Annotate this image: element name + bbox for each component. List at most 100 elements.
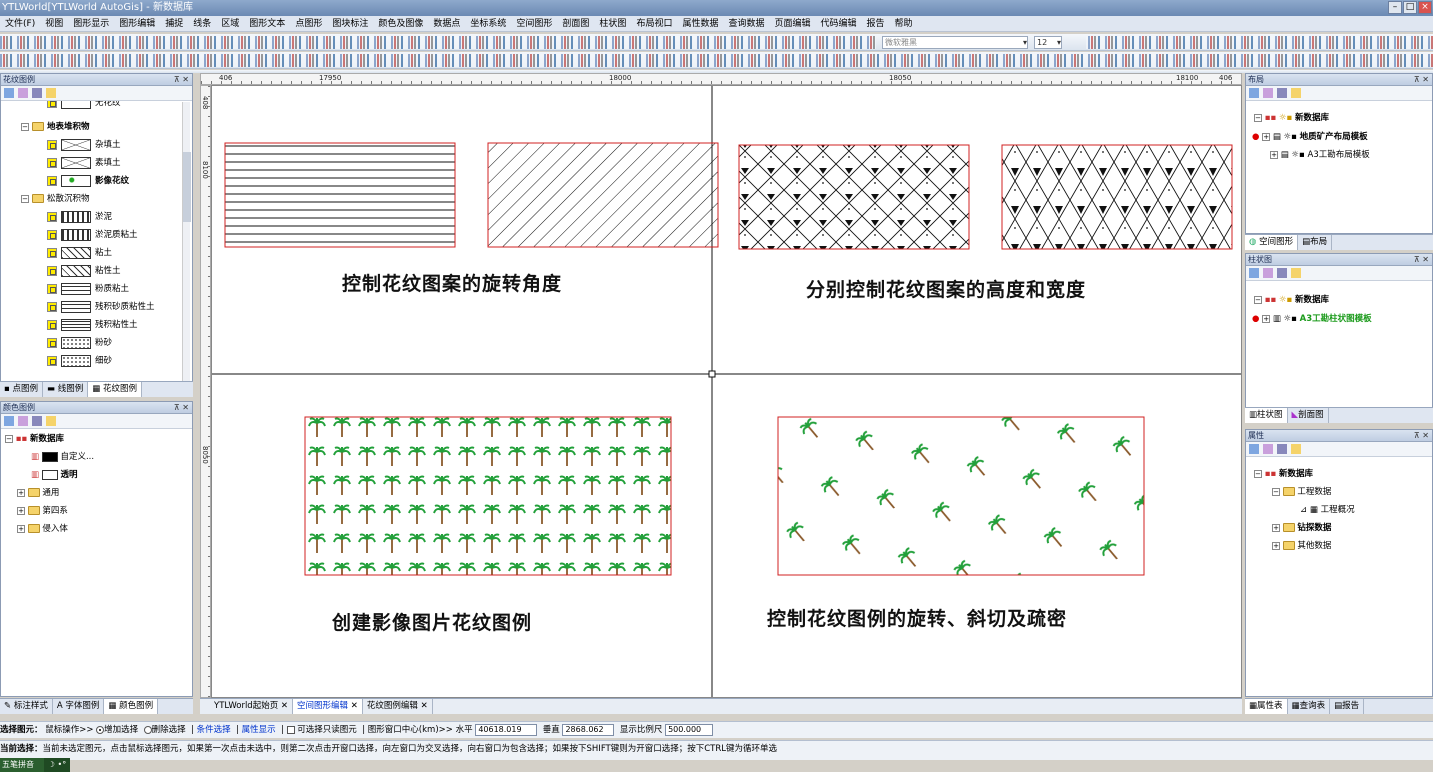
menu-item[interactable]: 捕捉 (160, 16, 188, 32)
menu-item[interactable]: 页面编辑 (769, 16, 815, 32)
minimize-button[interactable]: – (1388, 1, 1402, 14)
rotated-image-pattern-sample[interactable] (777, 416, 1145, 576)
attribute-show-link[interactable]: 属性显示 (242, 725, 276, 735)
menu-item[interactable]: 坐标系统 (465, 16, 511, 32)
menu-item[interactable]: 查询数据 (723, 16, 769, 32)
tab-color-legend[interactable]: ▦ 颜色图例 (104, 699, 159, 714)
menu-item[interactable]: 图块标注 (327, 16, 373, 32)
pattern-item[interactable]: 残积砂质粘性土 (47, 299, 155, 315)
tree-folder[interactable]: + 侵入体 (17, 521, 68, 537)
tree-root[interactable]: − ▪▪ ☼▪ 新数据库 (1254, 110, 1329, 126)
tab-query-table[interactable]: ▦查询表 (1288, 699, 1331, 714)
tab-column[interactable]: ▥柱状图 (1245, 408, 1288, 423)
menu-item[interactable]: 图形编辑 (114, 16, 160, 32)
pattern-item[interactable]: 粘土 (47, 245, 112, 261)
layout-template-item[interactable]: ● + ▤ ☼▪ 地质矿产布局模板 (1252, 129, 1368, 145)
tree-folder[interactable]: + 第四系 (17, 503, 68, 519)
folder-icon[interactable] (46, 416, 56, 426)
menu-item[interactable]: 文件(F) (0, 16, 40, 32)
doc-tab[interactable]: 花纹图例编辑 ✕ (363, 699, 433, 714)
menu-item[interactable]: 区域 (216, 16, 244, 32)
tool-icon[interactable] (32, 88, 42, 98)
add-select-radio[interactable] (96, 725, 105, 734)
menu-item[interactable]: 线条 (188, 16, 216, 32)
tool-icon[interactable] (1249, 268, 1259, 278)
menu-item[interactable]: 代码编辑 (816, 16, 862, 32)
menu-item[interactable]: 视图 (40, 16, 68, 32)
ime-mode-icon[interactable]: ☽ •° (44, 758, 70, 772)
tree-folder[interactable]: + 钻探数据 (1272, 520, 1331, 536)
folder-icon[interactable] (46, 88, 56, 98)
close-tab-icon[interactable]: ✕ (348, 701, 358, 711)
color-item[interactable]: ▥ 透明 (31, 467, 77, 483)
collapse-toggle[interactable]: − (21, 194, 29, 203)
scrollbar[interactable] (182, 102, 191, 382)
folder-icon[interactable] (1291, 268, 1301, 278)
menu-item[interactable]: 图形显示 (68, 16, 114, 32)
column-template-item[interactable]: ● + ▥ ☼▪ A3工勘柱状图模板 (1252, 311, 1372, 327)
pattern-item[interactable]: 残积粘性土 (47, 317, 138, 333)
font-name-select[interactable]: 微软雅黑 ▾ (882, 36, 1028, 49)
pattern-item[interactable]: 细砂 (47, 353, 112, 369)
toolbar-icons-2[interactable] (0, 54, 1433, 67)
menu-item[interactable]: 报告 (862, 16, 890, 32)
tab-point-legend[interactable]: ▪ 点图例 (0, 382, 43, 397)
tree-root[interactable]: − ▪▪ ☼▪ 新数据库 (1254, 292, 1329, 308)
tool-icon[interactable] (1263, 268, 1273, 278)
tool-icon[interactable] (18, 416, 28, 426)
ime-indicator[interactable]: 五笔拼音 (0, 758, 44, 772)
close-tab-icon[interactable]: ✕ (278, 701, 288, 711)
tree-folder[interactable]: − 工程数据 (1272, 484, 1331, 500)
pattern-item[interactable]: 粘性土 (47, 263, 121, 279)
tree-root[interactable]: − ▪▪ 新数据库 (5, 431, 64, 447)
tab-section[interactable]: ◣剖面图 (1288, 408, 1329, 423)
tool-icon[interactable] (1277, 444, 1287, 454)
color-item[interactable]: ▥ 自定义... (31, 449, 94, 465)
tab-pattern-legend[interactable]: ▦ 花纹图例 (88, 382, 142, 397)
collapse-toggle[interactable]: − (21, 122, 29, 131)
tool-icon[interactable] (32, 416, 42, 426)
toolbar-icons-1[interactable] (0, 36, 1433, 49)
pattern-item[interactable]: 粉质粘土 (47, 281, 129, 297)
tree-group[interactable]: − 松散沉积物 (21, 191, 90, 207)
pattern-item[interactable]: 素填土 (47, 155, 121, 171)
condition-select-link[interactable]: 条件选择 (197, 725, 231, 735)
folder-icon[interactable] (1291, 444, 1301, 454)
pattern-sample-diagonal[interactable] (487, 142, 719, 248)
tree-root[interactable]: − ▪▪ 新数据库 (1254, 466, 1313, 482)
menu-item[interactable]: 属性数据 (677, 16, 723, 32)
pattern-sample-crosshatch[interactable] (738, 144, 970, 250)
pattern-item[interactable]: 淤泥 (47, 209, 112, 225)
image-pattern-sample[interactable] (304, 416, 672, 576)
menu-item[interactable]: 颜色及图像 (373, 16, 428, 32)
layout-template-item[interactable]: + ▤ ☼▪ A3工勘布局模板 (1270, 147, 1370, 163)
tab-layout[interactable]: ▤布局 (1298, 235, 1333, 250)
menu-item[interactable]: 帮助 (890, 16, 918, 32)
tool-icon[interactable] (18, 88, 28, 98)
tool-icon[interactable] (1263, 444, 1273, 454)
tool-icon[interactable] (1249, 88, 1259, 98)
tree-table[interactable]: ⊿ ▦ 工程概况 (1300, 502, 1355, 518)
pattern-item[interactable]: 杂填土 (47, 137, 121, 153)
pattern-item[interactable]: 影像花纹 (47, 173, 129, 189)
remove-select-radio[interactable] (143, 725, 152, 734)
menu-item[interactable]: 空间图形 (511, 16, 557, 32)
drawing-canvas[interactable]: 控制花纹图案的旋转角度 分别控制花纹图案的高度和宽度 创建影像图片花纹图例 控制… (211, 85, 1242, 698)
menu-item[interactable]: 柱状图 (594, 16, 631, 32)
pattern-item[interactable]: 淤泥质粘土 (47, 227, 138, 243)
menu-item[interactable]: 点图形 (290, 16, 327, 32)
readonly-select-checkbox[interactable] (286, 725, 295, 734)
close-tab-icon[interactable]: ✕ (418, 701, 428, 711)
folder-icon[interactable] (1291, 88, 1301, 98)
horizontal-coord-field[interactable]: 40618.019 (475, 723, 538, 736)
pattern-item[interactable]: 无花纹 (47, 101, 121, 111)
tree-group[interactable]: − 地表堆积物 (21, 119, 90, 135)
pattern-sample-stretched[interactable] (1001, 144, 1233, 250)
tab-attribute-table[interactable]: ▦属性表 (1245, 699, 1288, 714)
tool-icon[interactable] (4, 88, 14, 98)
tool-icon[interactable] (1277, 88, 1287, 98)
tab-label-style[interactable]: ✎ 标注样式 (0, 699, 53, 714)
pattern-sample-horizontal[interactable] (224, 142, 456, 248)
scale-field[interactable]: 500.000 (665, 723, 714, 736)
menu-item[interactable]: 图形文本 (244, 16, 290, 32)
